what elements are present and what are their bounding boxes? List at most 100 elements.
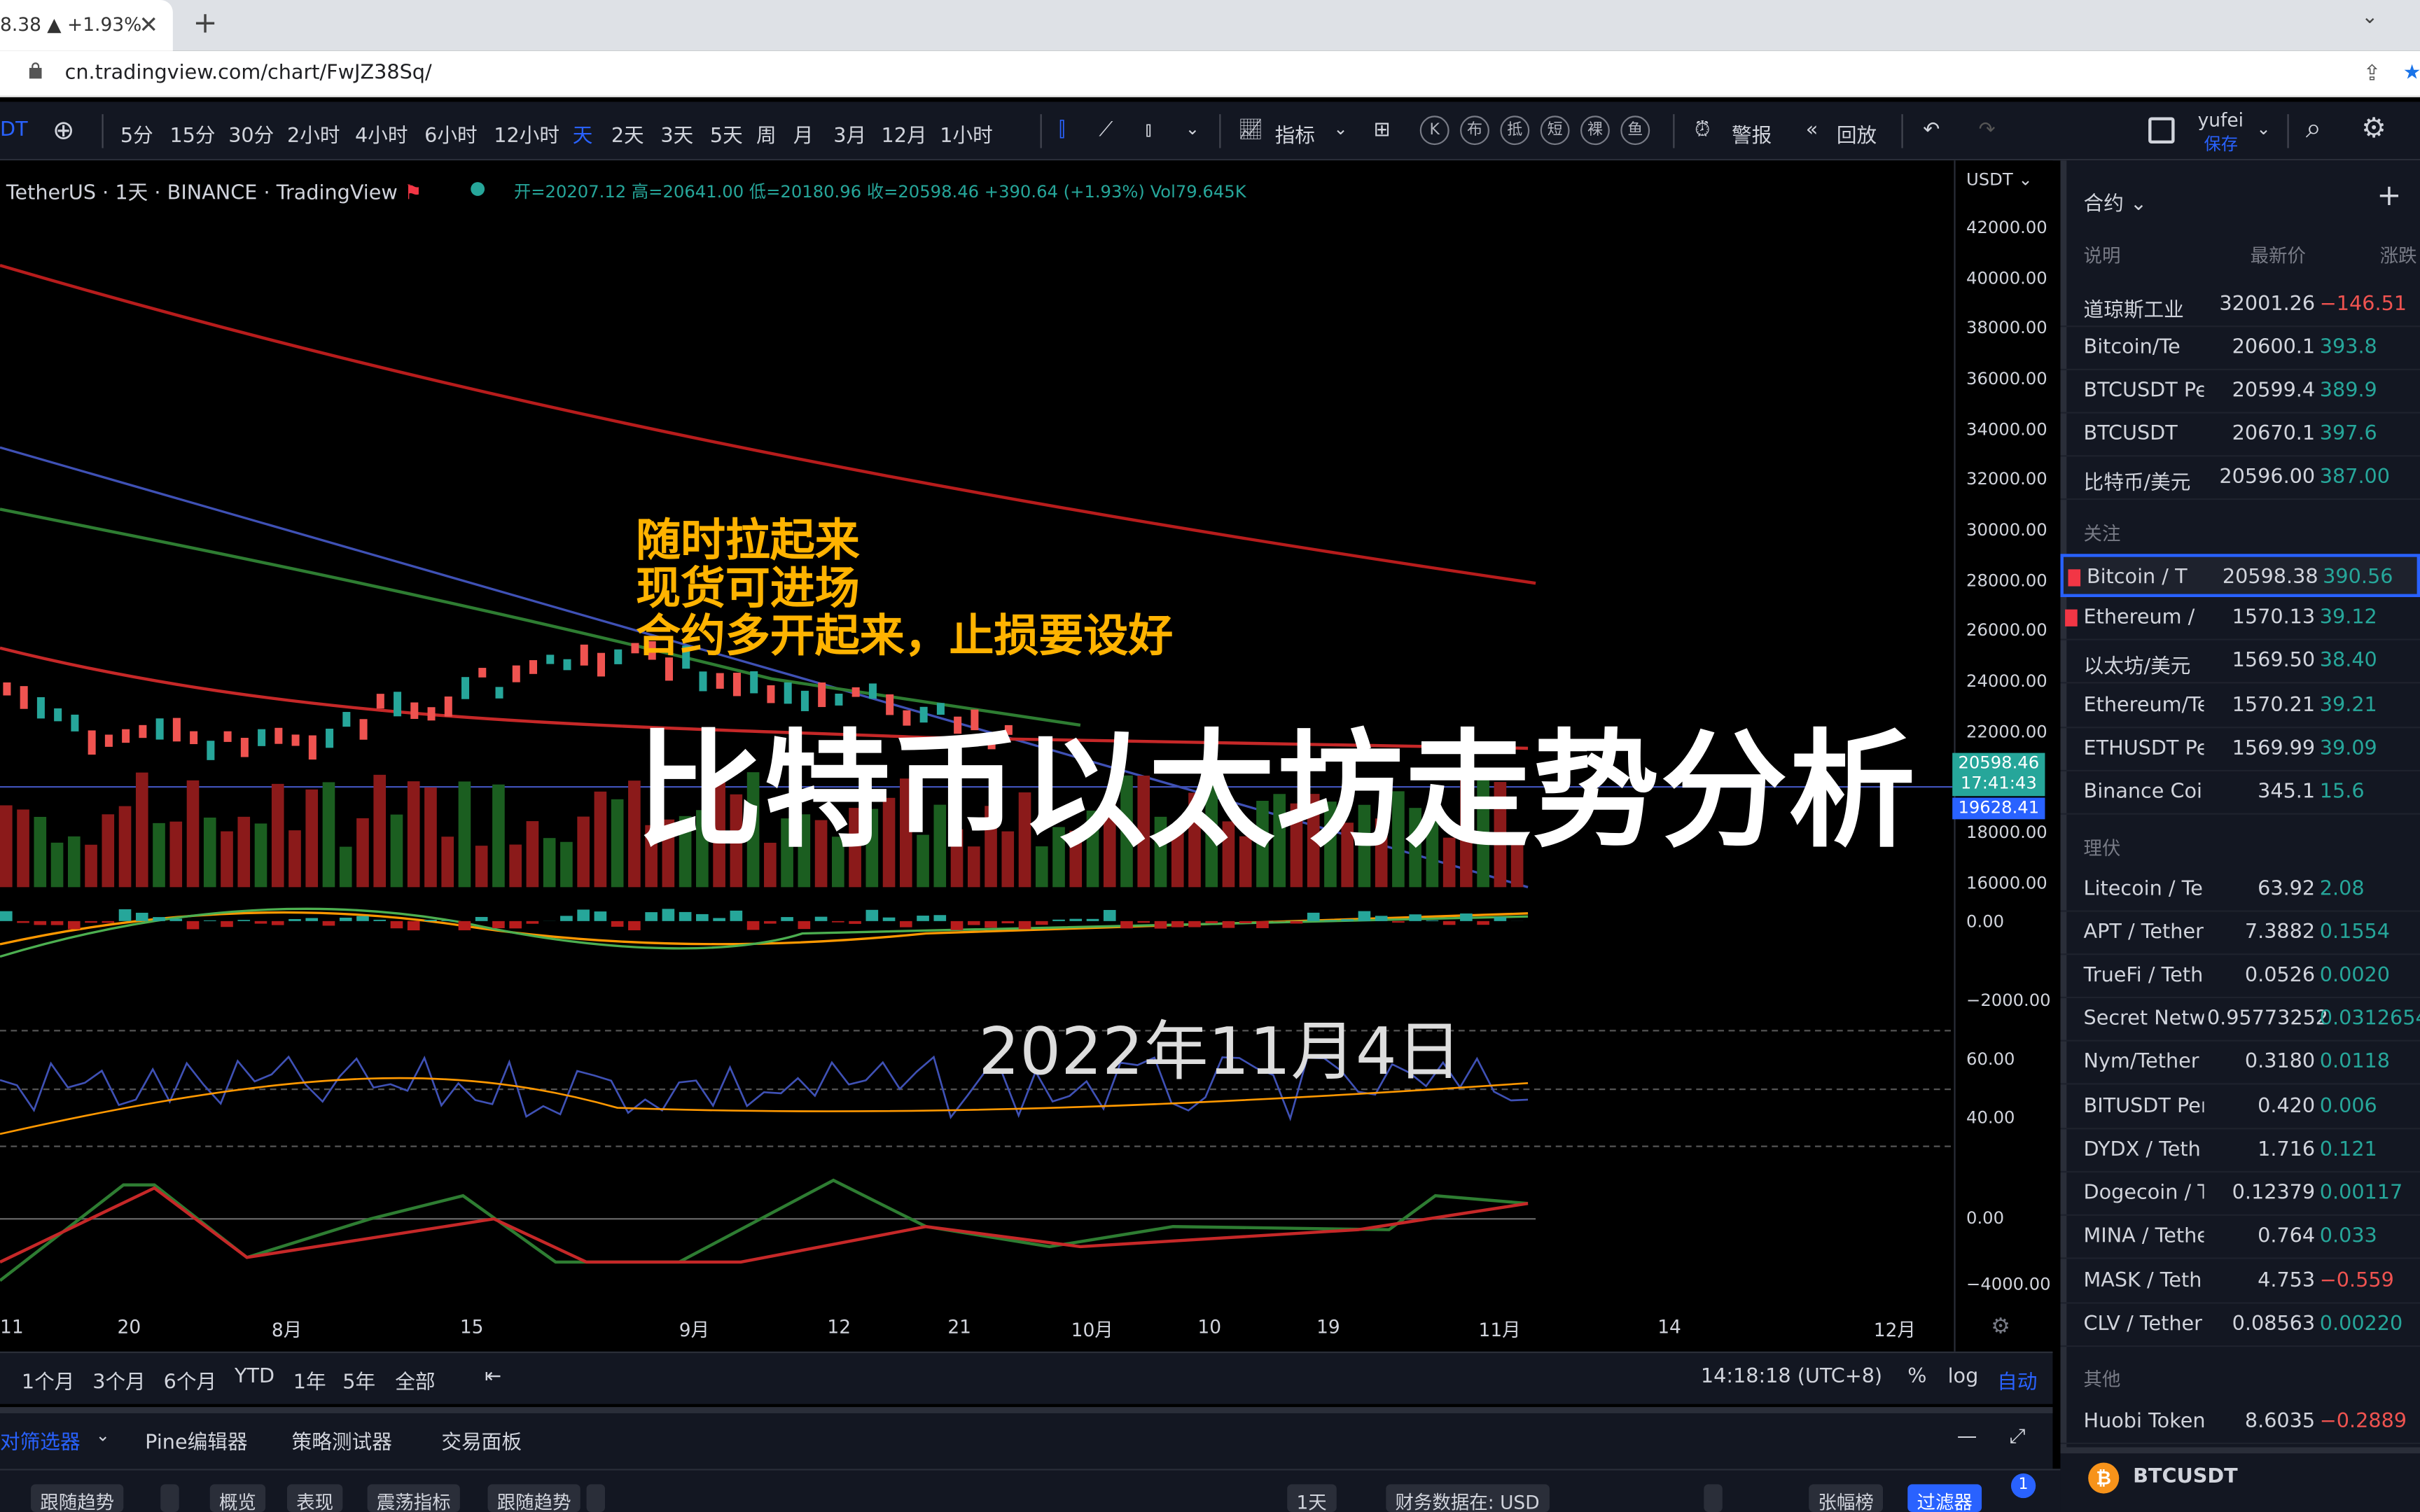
watchlist-row[interactable]: BTCUSDT Pe 20599.4 389.9 xyxy=(2060,370,2420,414)
minimize-icon[interactable]: — xyxy=(1957,1426,1977,1449)
range-3[interactable]: YTD xyxy=(235,1366,274,1389)
range-6[interactable]: 全部 xyxy=(395,1366,435,1394)
interval-3[interactable]: 2小时 xyxy=(287,119,340,148)
bars-icon[interactable]: ⫾ xyxy=(1145,119,1151,142)
interval-5[interactable]: 6小时 xyxy=(424,119,478,148)
watchlist-row[interactable]: Dogecoin / T 0.12379 0.00117 xyxy=(2060,1172,2420,1216)
panel-tab-2[interactable]: 策略测试器 xyxy=(292,1426,392,1455)
watchlist-row[interactable]: Bitcoin / T 20598.38 390.56 xyxy=(2060,554,2420,597)
interval-7[interactable]: 天 xyxy=(573,119,593,148)
interval-13[interactable]: 3月 xyxy=(833,119,866,148)
symbol-search[interactable]: DT xyxy=(0,119,28,142)
screener-btn-1[interactable] xyxy=(160,1484,179,1512)
close-tab-icon[interactable]: ✕ xyxy=(139,10,158,38)
watchlist-row[interactable]: BTCUSDT 20670.1 397.6 xyxy=(2060,414,2420,457)
replay-icon[interactable]: « xyxy=(1806,119,1819,142)
watchlist-row[interactable]: Binance Coin 345.1 15.6 xyxy=(2060,771,2420,815)
user-name[interactable]: yufei xyxy=(2198,111,2244,130)
range-4[interactable]: 1年 xyxy=(293,1366,326,1394)
screener-btn-4[interactable]: 震荡指标 xyxy=(367,1484,460,1512)
watchlist-row[interactable]: CLV / Tether 0.08563 0.00220 xyxy=(2060,1303,2420,1348)
watchlist-row[interactable]: 道琼斯工业 32001.26 −146.51 xyxy=(2060,284,2420,328)
screener-btn-7[interactable]: 1天 xyxy=(1287,1484,1336,1512)
range-1[interactable]: 3个月 xyxy=(92,1366,146,1394)
watchlist-row[interactable]: DYDX / Teth 1.716 0.121 xyxy=(2060,1129,2420,1173)
price-scale-currency[interactable]: USDT ⌄ xyxy=(1966,169,2033,190)
screener-btn-11[interactable]: 过滤器 xyxy=(1907,1484,1982,1512)
watchlist-row[interactable]: MINA / Tethe 0.764 0.033 xyxy=(2060,1216,2420,1259)
add-symbol-icon[interactable]: + xyxy=(2377,179,2401,213)
watchlist-row[interactable]: Nym/Tether 0.3180 0.0118 xyxy=(2060,1042,2420,1085)
auto-toggle[interactable]: 自动 xyxy=(1997,1366,2037,1394)
replay-button[interactable]: 回放 xyxy=(1837,119,1877,148)
circle-btn-2[interactable]: 抵 xyxy=(1500,115,1530,146)
watchlist-row[interactable]: 以太坊/美元 1569.50 38.40 xyxy=(2060,640,2420,684)
circle-btn-5[interactable]: 鱼 xyxy=(1620,115,1650,146)
watchlist-row[interactable]: 比特币/美元 20596.00 387.00 xyxy=(2060,456,2420,500)
screener-btn-5[interactable]: 跟随趋势 xyxy=(487,1484,580,1512)
interval-8[interactable]: 2天 xyxy=(611,119,644,148)
chevron-down-icon[interactable]: ⌄ xyxy=(1185,119,1199,139)
chevron-down-icon[interactable]: ⌄ xyxy=(1333,119,1347,139)
save-label[interactable]: 保存 xyxy=(2204,131,2237,155)
watchlist-row[interactable]: Ethereum / 1570.13 39.12 xyxy=(2060,597,2420,640)
new-tab-icon[interactable]: + xyxy=(193,6,218,40)
redo-icon[interactable]: ↷ xyxy=(1979,119,1996,142)
candles-icon[interactable]: ⫿ xyxy=(1059,119,1065,142)
search-icon[interactable]: ⌕ xyxy=(2306,113,2321,145)
interval-1[interactable]: 15分 xyxy=(169,119,215,148)
interval-14[interactable]: 12月 xyxy=(882,119,927,148)
alarm-icon[interactable]: ⏰︎ xyxy=(1695,119,1710,142)
chevron-down-icon[interactable]: ⌄ xyxy=(2256,119,2270,139)
screener-btn-6[interactable] xyxy=(586,1484,606,1512)
screener-btn-10[interactable]: 张幅榜 xyxy=(1809,1484,1884,1512)
goto-date-icon[interactable]: ⇤ xyxy=(485,1366,501,1389)
chevron-down-icon[interactable]: ⌄ xyxy=(2361,6,2378,29)
watchlist-row[interactable]: APT / Tether 7.3882 0.1554 xyxy=(2060,912,2420,955)
watchlist-row[interactable]: Secret Netw0.957732520.03126541 xyxy=(2060,998,2420,1042)
watchlist-row[interactable]: MASK / Teth 4.753 −0.559 xyxy=(2060,1261,2420,1304)
watchlist-row[interactable]: TrueFi / Teth 0.0526 0.0020 xyxy=(2060,955,2420,999)
screener-btn-8[interactable]: 财务数据在: USD xyxy=(1386,1484,1549,1512)
watchlist-row[interactable]: Litecoin / Te 63.92 2.08 xyxy=(2060,869,2420,912)
log-toggle[interactable]: log xyxy=(1948,1366,1979,1389)
interval-10[interactable]: 5天 xyxy=(710,119,743,148)
col-change[interactable]: 涨跌 xyxy=(2380,242,2417,268)
url-text[interactable]: cn.tradingview.com/chart/FwJZ38Sq/ xyxy=(65,62,432,85)
alert-button[interactable]: 警报 xyxy=(1732,119,1772,148)
settings-icon[interactable]: ⚙ xyxy=(1991,1315,2010,1339)
interval-12[interactable]: 月 xyxy=(793,119,814,148)
interval-0[interactable]: 5分 xyxy=(120,119,153,148)
interval-15[interactable]: 1小时 xyxy=(940,119,993,148)
screener-btn-0[interactable]: 跟随趋势 xyxy=(31,1484,124,1512)
fullscreen-icon[interactable] xyxy=(2148,117,2175,144)
circle-btn-1[interactable]: 布 xyxy=(1460,115,1489,146)
clock[interactable]: 14:18:18 (UTC+8) xyxy=(1701,1366,1882,1389)
indicators-icon[interactable]: 📈︎ xyxy=(1238,119,1263,142)
indicators-button[interactable]: 指标 xyxy=(1275,119,1315,148)
line-chart-icon[interactable]: ⟋ xyxy=(1099,119,1113,142)
panel-tab-1[interactable]: Pine编辑器 xyxy=(145,1426,247,1455)
range-0[interactable]: 1个月 xyxy=(22,1366,75,1394)
col-last[interactable]: 最新价 xyxy=(2251,242,2306,268)
watchlist-row[interactable]: Bitcoin/Te 20600.1 393.8 xyxy=(2060,327,2420,370)
interval-6[interactable]: 12小时 xyxy=(494,119,559,148)
circle-btn-4[interactable]: 裸 xyxy=(1580,115,1610,146)
screener-btn-2[interactable]: 概览 xyxy=(209,1484,266,1512)
screener-btn-3[interactable]: 表现 xyxy=(286,1484,343,1512)
circle-btn-0[interactable]: K xyxy=(1419,115,1449,146)
undo-icon[interactable]: ↶ xyxy=(1923,119,1940,142)
watchlist-row[interactable]: BITUSDT Per 0.420 0.006 xyxy=(2060,1086,2420,1130)
watchlist-row[interactable]: Huobi Token 8.6035 −0.2889 xyxy=(2060,1401,2420,1445)
watchlist-header[interactable]: 合约 ⌄ xyxy=(2084,187,2147,216)
interval-2[interactable]: 30分 xyxy=(228,119,274,148)
star-icon[interactable]: ★ xyxy=(2403,62,2420,85)
interval-11[interactable]: 周 xyxy=(756,119,777,148)
percent-toggle[interactable]: % xyxy=(1907,1366,1926,1389)
chart-legend[interactable]: TetherUS · 1天 · BINANCE · TradingView ⚑ xyxy=(6,176,422,205)
layout-grid-icon[interactable]: ⊞ xyxy=(1374,119,1391,142)
share-icon[interactable]: ⇪ xyxy=(2363,62,2381,86)
panel-tab-0[interactable]: 对筛选器 xyxy=(0,1426,81,1455)
interval-9[interactable]: 3天 xyxy=(660,119,693,148)
chevron-down-icon[interactable]: ⌄ xyxy=(96,1426,110,1446)
